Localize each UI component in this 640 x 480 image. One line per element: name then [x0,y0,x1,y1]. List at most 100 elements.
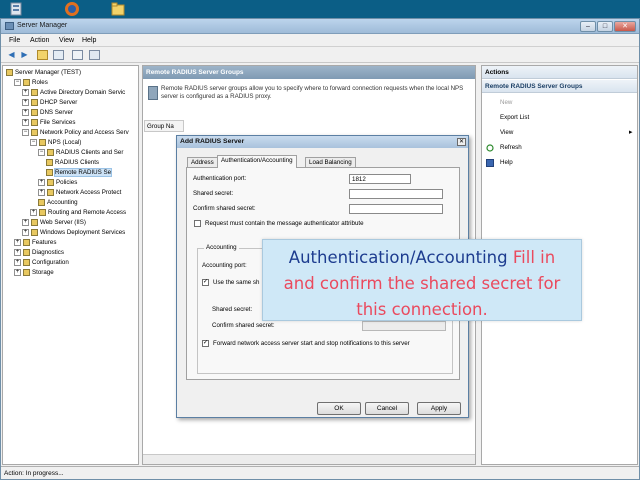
auth-port-input[interactable]: 1812 [349,174,411,184]
tree-item[interactable]: + DNS Server [22,108,73,117]
remote-icon [46,168,53,176]
help-icon [486,159,494,167]
tree-item[interactable]: + Features [14,238,56,247]
radius-group-icon [148,86,158,100]
action-new[interactable]: New [500,99,512,106]
refresh-icon [486,144,494,152]
expand-icon[interactable]: + [22,228,29,236]
menu-action[interactable]: Action [30,37,49,44]
use-same-secret-checkbox[interactable]: ✓ [202,279,209,286]
tree-item[interactable]: + Network Access Protect [38,188,121,197]
tree-item-label: Network Policy and Access Serv [40,129,129,136]
back-arrow-icon[interactable]: ◀ [6,50,17,60]
tree-item-label: DNS Server [40,109,74,116]
maximize-button[interactable]: □ [597,21,613,32]
tree-item-label: Windows Deployment Services [40,229,126,236]
show-hide-tree-icon[interactable] [53,50,64,60]
tree-item-label: RADIUS Clients [55,159,100,166]
tree-item[interactable]: − RADIUS Clients and Ser [38,148,123,157]
collapse-icon[interactable]: − [30,138,37,146]
firefox-taskbar-icon[interactable] [64,1,80,17]
horizontal-scrollbar[interactable] [143,454,475,464]
collapse-icon[interactable]: − [38,148,45,156]
expand-icon[interactable]: + [22,88,29,96]
tree-item-label: RADIUS Clients and Ser [56,149,124,156]
center-pane-header: Remote RADIUS Server Groups [143,66,475,79]
tab-authentication-accounting[interactable]: Authentication/Accounting [217,155,297,168]
tree-item[interactable]: + Diagnostics [14,248,64,257]
expand-icon[interactable]: + [14,248,21,256]
expand-icon[interactable]: + [22,118,29,126]
clients-icon [46,158,53,166]
tree-item[interactable]: − Roles [14,78,48,87]
tree-item[interactable]: Accounting [38,198,78,207]
tree-item-label: Roles [32,79,48,86]
menu-help[interactable]: Help [82,37,96,44]
configuration-icon [23,258,30,266]
close-button[interactable]: ✕ [614,21,636,32]
tree-item[interactable]: + Routing and Remote Access [30,208,126,217]
folder-icon [47,148,54,156]
require-authenticator-label: Request must contain the message authent… [205,220,364,227]
expand-icon[interactable]: + [38,188,45,196]
expand-icon[interactable]: + [22,108,29,116]
tree-item-label: NPS (Local) [48,139,82,146]
up-folder-icon[interactable] [37,50,48,60]
server-manager-taskbar-icon[interactable] [8,1,24,17]
forward-arrow-icon[interactable]: ▶ [19,50,30,60]
tree-item-label: Server Manager (TEST) [15,69,82,76]
tree-item[interactable]: + Storage [14,268,54,277]
action-export-list[interactable]: Export List [500,114,529,121]
grid-column-header[interactable]: Group Na [144,120,184,132]
minimize-button[interactable]: – [580,21,596,32]
tutorial-callout: Authentication/Accounting Fill in and co… [262,239,582,321]
confirm-secret-input[interactable] [349,204,443,214]
tree-item[interactable]: + Active Directory Domain Servic [22,88,125,97]
expand-icon[interactable]: + [14,268,21,276]
app-icon [5,22,14,30]
tree-item[interactable]: + Configuration [14,258,69,267]
collapse-icon[interactable]: − [22,128,29,136]
tree-item-label: Configuration [32,259,69,266]
forward-notifications-checkbox[interactable]: ✓ [202,340,209,347]
server-manager-window: Server Manager – □ ✕ File Action View He… [0,18,640,480]
expand-icon[interactable]: + [22,218,29,226]
collapse-icon[interactable]: − [14,78,21,86]
callout-heading: Authentication/Accounting [288,248,508,267]
apply-button[interactable]: Apply [417,402,461,415]
acct-shared-secret-label: Shared secret: [212,306,253,313]
acct-port-label: Accounting port: [202,262,247,269]
menu-view[interactable]: View [59,37,74,44]
folder-taskbar-icon[interactable] [110,1,126,17]
tree-item[interactable]: + Windows Deployment Services [22,228,125,237]
shared-secret-input[interactable] [349,189,443,199]
tree-item[interactable]: − NPS (Local) [30,138,81,147]
accounting-legend: Accounting [204,244,239,251]
tree-item-label: Diagnostics [32,249,64,256]
tree-item[interactable]: + DHCP Server [22,98,77,107]
properties-icon[interactable] [72,50,83,60]
action-view[interactable]: View [500,129,513,136]
menu-file[interactable]: File [9,37,20,44]
action-help[interactable]: Help [500,159,513,166]
dialog-close-icon[interactable]: ✕ [457,138,466,146]
expand-icon[interactable]: + [14,258,21,266]
tree-item[interactable]: Remote RADIUS Se [46,168,113,177]
tree-item[interactable]: + Web Server (IIS) [22,218,86,227]
expand-icon[interactable]: + [38,178,45,186]
cancel-button[interactable]: Cancel [365,402,409,415]
folder-icon [47,188,54,196]
help-toolbar-icon[interactable] [89,50,100,60]
expand-icon[interactable]: + [14,238,21,246]
actions-section-header[interactable]: Remote RADIUS Server Groups [482,80,637,93]
expand-icon[interactable]: + [30,208,37,216]
action-refresh[interactable]: Refresh [500,144,522,151]
tree-item[interactable]: − Network Policy and Access Serv [22,128,129,137]
tree-item[interactable]: RADIUS Clients [46,158,99,167]
tree-item[interactable]: + Policies [38,178,77,187]
ok-button[interactable]: OK [317,402,361,415]
tree-item[interactable]: Server Manager (TEST) [6,68,81,77]
tree-item[interactable]: + File Services [22,118,75,127]
require-authenticator-checkbox[interactable] [194,220,201,227]
expand-icon[interactable]: + [22,98,29,106]
